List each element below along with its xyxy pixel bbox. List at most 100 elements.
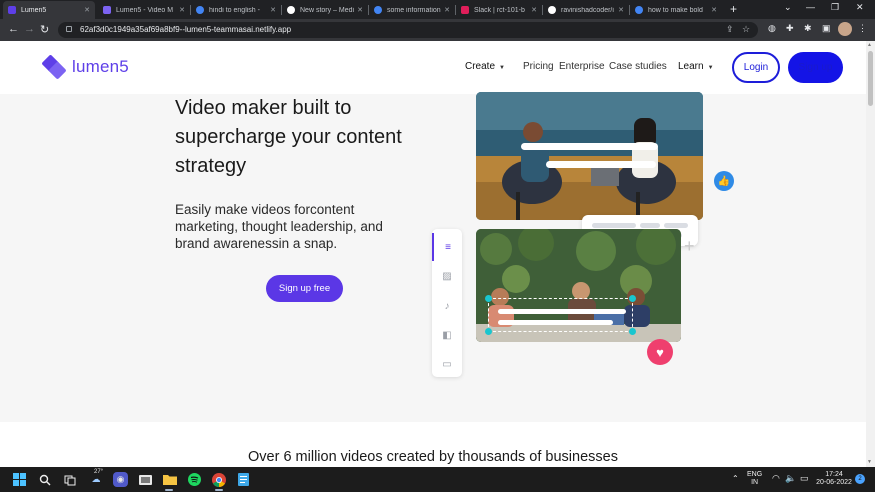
- battery-icon[interactable]: ▭: [800, 474, 809, 483]
- kebab-menu-icon[interactable]: ⋮: [858, 23, 867, 34]
- chevron-down-icon: ▼: [707, 65, 714, 71]
- browser-tab[interactable]: Slack | rct-101-b ✕: [456, 1, 542, 19]
- search-icon[interactable]: [37, 472, 52, 487]
- nav-case-studies[interactable]: Case studies: [609, 61, 667, 72]
- speaker-icon[interactable]: 🔈: [785, 474, 796, 483]
- meeting-photo: [476, 92, 703, 220]
- tab-label: ravinishadcoder/i: [561, 6, 614, 14]
- bookmark-star-icon[interactable]: ☆: [742, 24, 750, 35]
- url-bar[interactable]: 62af3d0c1949a35af69a8bf9--lumen5-teammas…: [58, 22, 758, 38]
- windows-start-icon[interactable]: [12, 472, 27, 487]
- nav-learn-label: Learn: [678, 61, 704, 72]
- weather-widget[interactable]: 27° ☁: [86, 469, 106, 487]
- close-tab-icon[interactable]: ✕: [270, 6, 276, 14]
- close-tab-icon[interactable]: ✕: [618, 6, 624, 14]
- hero-title: Video maker built to supercharge your co…: [175, 97, 402, 177]
- sidebar-icon[interactable]: ▣: [822, 23, 831, 34]
- weather-temp: 27°: [94, 469, 104, 475]
- login-button[interactable]: Login: [732, 52, 780, 83]
- resize-handle: [485, 295, 492, 302]
- stats-section: Over 6 million videos created by thousan…: [0, 422, 866, 467]
- signup-button[interactable]: Sign up: [788, 52, 843, 83]
- close-tab-icon[interactable]: ✕: [357, 6, 363, 14]
- browser-tab[interactable]: ravinishadcoder/i ✕: [543, 1, 629, 19]
- windows-taskbar: 27° ☁ ◉ ⌃ ENG IN ◠ 🔈 ▭ 17:24 20-06-2022 …: [0, 467, 875, 492]
- browser-tab[interactable]: some information ✕: [369, 1, 455, 19]
- browser-tab[interactable]: hindi to english - ✕: [191, 1, 281, 19]
- lumen5-logo[interactable]: lumen5: [41, 54, 129, 80]
- browser-tab[interactable]: how to make bold ✕: [630, 1, 722, 19]
- close-tab-icon[interactable]: ✕: [84, 6, 90, 14]
- lock-icon: [66, 26, 72, 32]
- thumbs-up-icon: 👍: [714, 171, 734, 191]
- tab-label: some information: [387, 6, 441, 14]
- task-view-icon[interactable]: [62, 472, 77, 487]
- google-favicon-icon: [635, 6, 643, 14]
- plus-icon: +: [684, 236, 695, 256]
- music-icon: ♪: [444, 300, 450, 312]
- close-tab-icon[interactable]: ✕: [444, 6, 450, 14]
- url-text[interactable]: 62af3d0c1949a35af69a8bf9--lumen5-teammas…: [80, 25, 291, 34]
- tab-label: Lumen5 - Video M: [116, 6, 174, 14]
- notification-badge[interactable]: 2: [855, 474, 865, 484]
- file-explorer-icon[interactable]: [138, 472, 153, 487]
- tab-label: New story – Medi: [300, 6, 355, 14]
- minimize-icon[interactable]: —: [806, 2, 815, 12]
- browser-tab-strip: Lumen5 ✕ Lumen5 - Video M ✕ hindi to eng…: [0, 0, 875, 19]
- close-tab-icon[interactable]: ✕: [711, 6, 717, 14]
- wifi-icon[interactable]: ◠: [772, 474, 780, 483]
- scroll-up-icon[interactable]: ▲: [867, 42, 872, 48]
- puzzle-icon[interactable]: ✱: [804, 23, 812, 34]
- hero-subtitle: Easily make videos forcontent marketing,…: [175, 202, 383, 251]
- scroll-down-icon[interactable]: ▼: [867, 459, 872, 465]
- spotify-icon[interactable]: [187, 472, 202, 487]
- cloud-icon: ☁: [91, 474, 101, 484]
- browser-tab[interactable]: Lumen5 - Video M ✕: [98, 1, 190, 19]
- teams-chat-icon[interactable]: ◉: [113, 472, 128, 487]
- notepad-icon[interactable]: [236, 472, 251, 487]
- google-favicon-icon: [196, 6, 204, 14]
- text-icon: ≡: [432, 233, 462, 261]
- close-tab-icon[interactable]: ✕: [531, 6, 537, 14]
- clock-time: 17:24: [825, 471, 843, 478]
- google-lens-icon[interactable]: ◍: [768, 23, 776, 34]
- signup-free-button[interactable]: Sign up free: [266, 275, 343, 302]
- scrollbar[interactable]: ▲ ▼: [866, 41, 875, 467]
- active-app-indicator: [165, 489, 173, 491]
- stats-heading: Over 6 million videos created by thousan…: [248, 449, 618, 465]
- folder-icon[interactable]: [162, 472, 177, 487]
- logo-text: lumen5: [72, 57, 129, 76]
- browser-tab[interactable]: New story – Medi ✕: [282, 1, 368, 19]
- lumen5-favicon-icon: [8, 6, 16, 14]
- clock[interactable]: 17:24 20-06-2022: [815, 471, 853, 487]
- share-icon[interactable]: ⇪: [726, 24, 734, 35]
- back-arrow-icon[interactable]: ←: [8, 23, 19, 35]
- forward-arrow-icon[interactable]: →: [24, 23, 35, 35]
- language-indicator[interactable]: ENG IN: [747, 471, 762, 487]
- nav-enterprise[interactable]: Enterprise: [559, 61, 605, 72]
- resize-handle: [485, 328, 492, 335]
- lumen5-logo-icon: [41, 54, 67, 80]
- profile-avatar[interactable]: [838, 22, 852, 36]
- lumen5-favicon-icon: [103, 6, 111, 14]
- medium-favicon-icon: [287, 6, 295, 14]
- nav-learn[interactable]: Learn ▼: [678, 61, 714, 72]
- chevron-up-icon[interactable]: ⌃: [732, 475, 739, 483]
- nav-create[interactable]: Create ▼: [465, 61, 505, 72]
- reload-icon[interactable]: ↻: [40, 23, 49, 36]
- nav-create-label: Create: [465, 61, 496, 72]
- chevron-down-icon[interactable]: ⌄: [784, 2, 792, 13]
- browser-tab[interactable]: Lumen5 ✕: [3, 1, 95, 19]
- close-tab-icon[interactable]: ✕: [179, 6, 185, 14]
- editor-tool-rail: ≡ ▨ ♪ ◧ ▭: [432, 229, 462, 377]
- nav-pricing[interactable]: Pricing: [523, 61, 554, 72]
- extension-icon[interactable]: ✚: [786, 23, 794, 34]
- layers-icon: ◧: [442, 329, 452, 341]
- scrollbar-thumb[interactable]: [868, 51, 873, 106]
- restore-icon[interactable]: ❐: [831, 2, 839, 13]
- close-window-icon[interactable]: ✕: [856, 2, 864, 13]
- clock-date: 20-06-2022: [816, 479, 852, 486]
- new-tab-button[interactable]: +: [730, 2, 737, 16]
- tab-label: Slack | rct-101-b: [474, 6, 525, 14]
- chrome-icon[interactable]: [211, 472, 226, 487]
